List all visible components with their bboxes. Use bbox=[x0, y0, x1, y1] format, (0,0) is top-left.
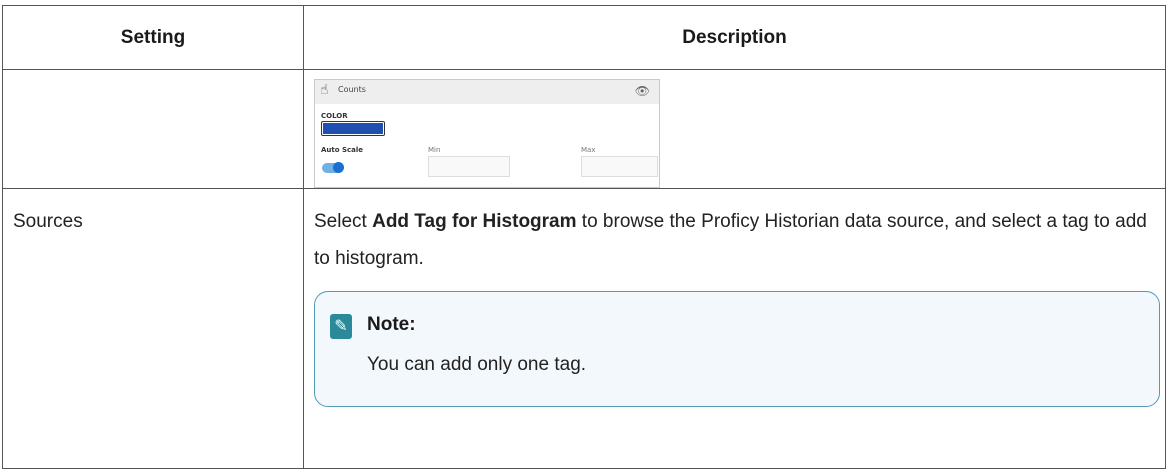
pencil-icon: ✎ bbox=[330, 314, 352, 339]
column-header-setting: Setting bbox=[2, 5, 304, 70]
min-input bbox=[428, 156, 510, 177]
settings-screenshot: ☝ Counts 👁 COLOR Auto Scale Min Max bbox=[314, 79, 660, 188]
column-header-description: Description bbox=[303, 5, 1166, 70]
description-text: Select Add Tag for Histogram to browse t… bbox=[304, 189, 1165, 277]
auto-scale-toggle bbox=[322, 162, 344, 173]
setting-cell: Sources bbox=[2, 188, 304, 469]
color-label: COLOR bbox=[321, 112, 348, 120]
settings-table: Setting Description ☝ Counts 👁 COLOR Aut… bbox=[2, 5, 1166, 469]
note-text: You can add only one tag. bbox=[367, 354, 587, 375]
note-title: Note: bbox=[367, 314, 416, 335]
description-cell: ☝ Counts 👁 COLOR Auto Scale Min Max bbox=[303, 69, 1166, 189]
description-cell: Select Add Tag for Histogram to browse t… bbox=[303, 188, 1166, 469]
eye-icon: 👁 bbox=[634, 84, 650, 98]
table-row: Sources Select Add Tag for Histogram to … bbox=[2, 188, 1166, 469]
color-swatch bbox=[321, 121, 385, 136]
note-box: ✎ Note: You can add only one tag. bbox=[314, 291, 1160, 407]
hand-pointer-icon: ☝ bbox=[320, 82, 329, 98]
description-pre: Select bbox=[314, 211, 373, 232]
screenshot-header: ☝ Counts 👁 bbox=[315, 80, 659, 104]
add-tag-for-histogram-term: Add Tag for Histogram bbox=[372, 211, 577, 232]
min-label: Min bbox=[428, 146, 441, 154]
table-header-row: Setting Description bbox=[2, 5, 1166, 70]
auto-scale-label: Auto Scale bbox=[321, 146, 364, 154]
setting-label: Sources bbox=[13, 211, 83, 232]
table-row: ☝ Counts 👁 COLOR Auto Scale Min Max bbox=[2, 69, 1166, 189]
screenshot-series-label: Counts bbox=[338, 85, 366, 94]
setting-cell bbox=[2, 69, 304, 189]
max-label: Max bbox=[581, 146, 596, 154]
max-input bbox=[581, 156, 658, 177]
